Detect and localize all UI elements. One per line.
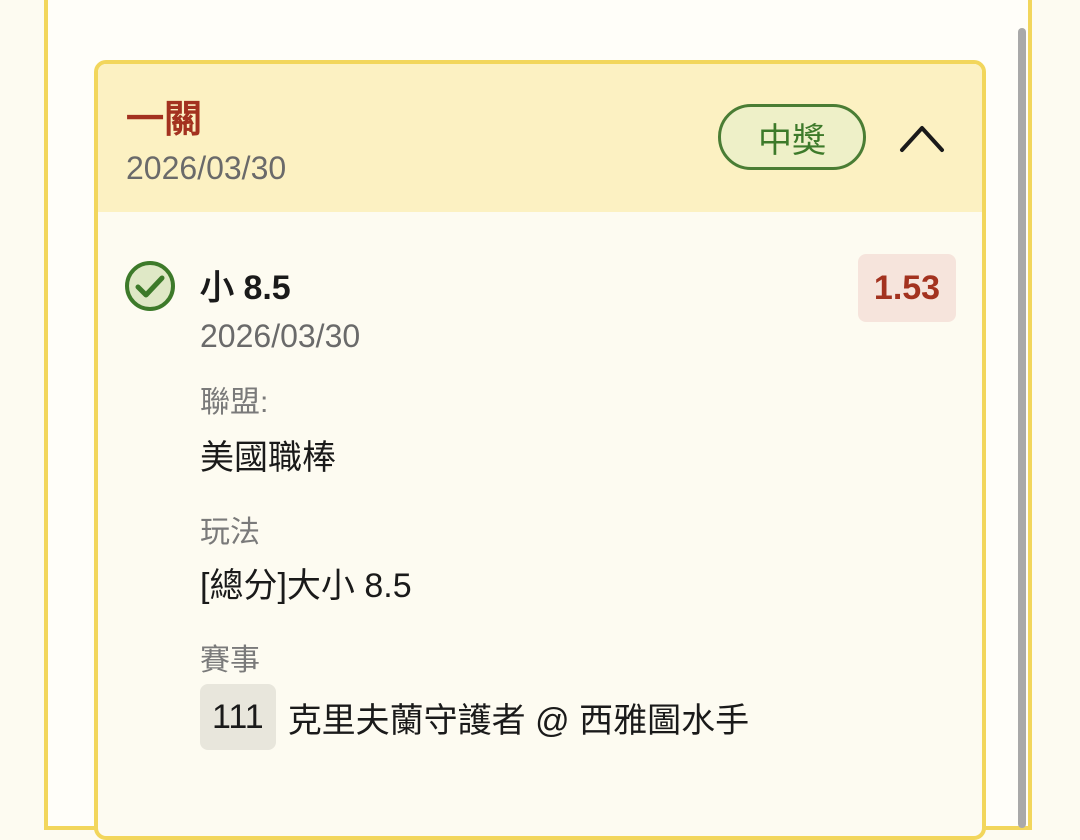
market-value: [總分]大小 8.5 [200,567,412,605]
bet-card: 一關 2026/03/30 中獎 小 8.5 1.53 2026/03/30 聯… [94,60,986,840]
league-value: 美國職棒 [200,439,336,477]
selection-label: 小 8.5 [200,269,291,307]
event-label: 賽事 [200,644,260,677]
chevron-up-icon [900,126,944,152]
event-row: 111 克里夫蘭守護者 @ 西雅圖水手 [200,684,749,750]
bet-card-header[interactable]: 一關 2026/03/30 中獎 [98,64,982,212]
odds-badge: 1.53 [858,254,956,322]
event-name: 克里夫蘭守護者 @ 西雅圖水手 [287,701,750,740]
status-badge: 中獎 [718,104,866,170]
market-label: 玩法 [200,516,260,549]
bet-date: 2026/03/30 [126,150,287,186]
league-label: 聯盟: [200,386,269,419]
selection-date: 2026/03/30 [200,318,361,354]
event-number: 111 [200,684,276,750]
collapse-button[interactable] [894,114,950,160]
bet-type-label: 一關 [126,99,203,141]
check-circle-icon [125,261,175,311]
scrollbar[interactable] [1018,28,1026,828]
